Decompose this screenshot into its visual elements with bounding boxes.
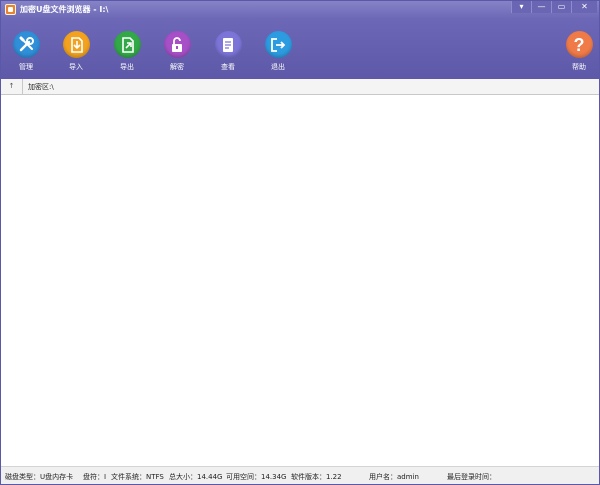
window-controls: ▾ — ▭ ✕ xyxy=(511,1,597,13)
view-button[interactable]: 查看 xyxy=(208,31,248,72)
import-label: 导入 xyxy=(69,63,83,71)
window-menu-button[interactable]: ▾ xyxy=(511,1,531,13)
window-title: 加密U盘文件浏览器 - I:\ xyxy=(20,5,109,14)
export-button[interactable]: 导出 xyxy=(107,31,147,72)
software-version: 软件版本：1.22 xyxy=(291,473,342,481)
app-logo-icon xyxy=(5,4,16,15)
total-size: 总大小：14.44G xyxy=(169,473,223,481)
username: 用户名：admin xyxy=(369,473,419,481)
maximize-button[interactable]: ▭ xyxy=(551,1,571,13)
current-path: 加密区:\ xyxy=(28,83,54,91)
path-bar: ↑ 加密区:\ xyxy=(1,79,599,95)
app-window: 加密U盘文件浏览器 - I:\ ▾ — ▭ ✕ 管理 导入 导出 解密 查看 退… xyxy=(0,0,600,485)
export-file-icon xyxy=(113,31,141,58)
wrench-screwdriver-icon xyxy=(12,31,40,58)
help-button[interactable]: ? 帮助 xyxy=(559,31,599,72)
status-bar: 磁盘类型：U盘内存卡 盘符：I 文件系统：NTFS 总大小：14.44G 可用空… xyxy=(1,466,599,484)
title-bar[interactable]: 加密U盘文件浏览器 - I:\ ▾ — ▭ ✕ xyxy=(1,1,599,19)
file-list-area[interactable] xyxy=(1,96,599,464)
exit-label: 退出 xyxy=(271,63,285,71)
decrypt-button[interactable]: 解密 xyxy=(157,31,197,72)
close-button[interactable]: ✕ xyxy=(571,1,597,13)
last-login-time: 最后登录时间： xyxy=(447,473,496,481)
exit-icon xyxy=(264,31,292,58)
up-arrow-icon[interactable]: ↑ xyxy=(1,79,23,94)
help-label: 帮助 xyxy=(572,63,586,71)
document-view-icon xyxy=(214,31,242,58)
free-space: 可用空间：14.34G xyxy=(226,473,287,481)
import-button[interactable]: 导入 xyxy=(56,31,96,72)
drive-letter: 盘符：I xyxy=(83,473,107,481)
view-label: 查看 xyxy=(221,63,235,71)
export-label: 导出 xyxy=(120,63,134,71)
filesystem: 文件系统：NTFS xyxy=(111,473,164,481)
disk-type: 磁盘类型：U盘内存卡 xyxy=(5,473,74,481)
toolbar: 管理 导入 导出 解密 查看 退出 ? 帮助 xyxy=(1,19,599,79)
question-icon: ? xyxy=(565,31,593,58)
manage-label: 管理 xyxy=(19,63,33,71)
decrypt-label: 解密 xyxy=(170,63,184,71)
unlock-icon xyxy=(163,31,191,58)
minimize-button[interactable]: — xyxy=(531,1,551,13)
import-file-icon xyxy=(62,31,90,58)
manage-button[interactable]: 管理 xyxy=(6,31,46,72)
exit-button[interactable]: 退出 xyxy=(258,31,298,72)
